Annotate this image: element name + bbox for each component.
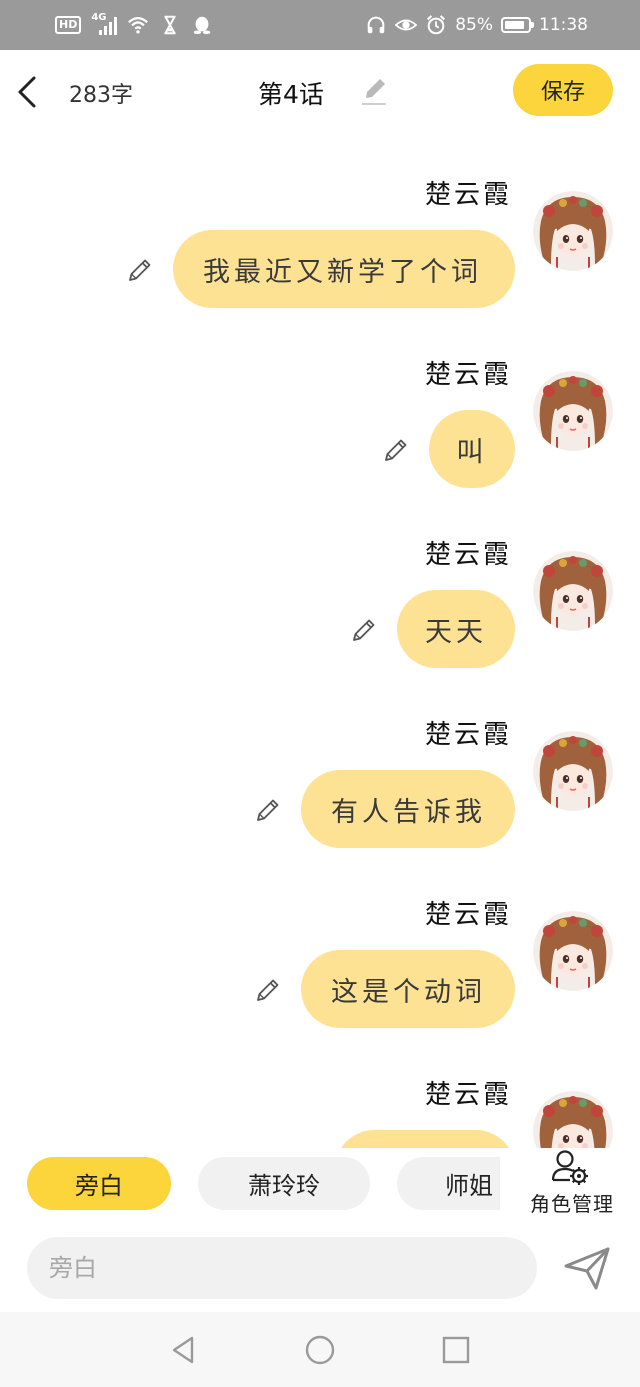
status-right: 85% 11:38 <box>365 0 588 50</box>
role-chip-shijie[interactable]: 师姐 <box>397 1157 500 1210</box>
role-manage-button[interactable]: 角色管理 <box>522 1148 622 1218</box>
hd-badge: HD <box>55 16 82 34</box>
edit-message-pencil-icon[interactable] <box>254 796 282 824</box>
user-settings-icon <box>551 1150 588 1185</box>
message-row: 楚云霞我最近又新学了个词 <box>0 132 640 312</box>
save-button[interactable]: 保存 <box>513 64 613 116</box>
editor-header: 283字 第4话 保存 <box>0 50 640 132</box>
avatar[interactable] <box>533 191 613 271</box>
speaker-name: 楚云霞 <box>424 180 512 210</box>
status-bar: HD 4G 85% 11:38 <box>0 0 640 50</box>
clock-time: 11:38 <box>539 15 588 35</box>
role-selector: 旁白 萧玲玲 师姐 角色管理 <box>0 1148 640 1228</box>
edit-message-pencil-icon[interactable] <box>126 256 154 284</box>
speaker-name: 楚云霞 <box>424 1080 512 1110</box>
message-row: 楚云霞叫 <box>0 312 640 492</box>
role-chip-xiaolingling[interactable]: 萧玲玲 <box>198 1157 370 1210</box>
hourglass-icon <box>164 15 176 35</box>
message-bubble[interactable]: 叫 <box>429 410 515 488</box>
edit-message-pencil-icon[interactable] <box>350 616 378 644</box>
wifi-icon <box>128 17 149 34</box>
role-chip-list[interactable]: 旁白 萧玲玲 师姐 <box>0 1148 500 1228</box>
role-chip-label: 旁白 <box>75 1172 123 1200</box>
pencil-icon[interactable] <box>358 74 390 108</box>
message-input[interactable] <box>27 1237 537 1299</box>
message-row: 楚云霞天天 <box>0 492 640 672</box>
avatar[interactable] <box>533 1091 613 1148</box>
edit-message-pencil-icon[interactable] <box>254 976 282 1004</box>
message-bubble[interactable]: 有人告诉我 <box>301 770 515 848</box>
role-chip-label: 萧玲玲 <box>248 1172 320 1200</box>
message-bubble[interactable]: 天天 <box>397 590 515 668</box>
chat-area[interactable]: 楚云霞 我最近又新学了个词 楚云霞叫楚云霞 天天 楚云霞 有人告诉我 楚云霞 这是个动词 楚云霞 <box>0 132 640 1148</box>
battery-icon <box>501 17 534 33</box>
composer-bar <box>0 1228 640 1312</box>
speaker-name: 楚云霞 <box>424 720 512 750</box>
role-manage-label: 角色管理 <box>530 1192 614 1216</box>
role-chip-label: 师姐 <box>445 1172 493 1200</box>
avatar[interactable] <box>533 911 613 991</box>
nav-recents-icon[interactable] <box>440 1334 472 1366</box>
nav-back-icon[interactable] <box>168 1334 200 1366</box>
message-bubble[interactable]: 这是个动词 <box>301 950 515 1028</box>
send-icon[interactable] <box>560 1240 616 1296</box>
message-row: 楚云霞有人告诉我 <box>0 672 640 852</box>
back-arrow-icon[interactable] <box>10 72 46 112</box>
alarm-icon <box>427 15 446 35</box>
battery-level <box>505 21 524 29</box>
message-row: 楚云霞 <box>0 1032 640 1148</box>
episode-title: 第4话 <box>258 80 324 109</box>
speaker-name: 楚云霞 <box>424 900 512 930</box>
message-bubble[interactable]: 我最近又新学了个词 <box>173 230 515 308</box>
nav-home-icon[interactable] <box>304 1334 336 1366</box>
eye-icon <box>395 19 418 31</box>
avatar[interactable] <box>533 371 613 451</box>
message-bubble[interactable] <box>335 1130 515 1148</box>
qq-penguin-icon <box>194 16 211 35</box>
word-count: 283字 <box>69 83 133 108</box>
status-left: HD 4G <box>55 0 213 50</box>
battery-percent: 85% <box>455 15 493 35</box>
message-row: 楚云霞这是个动词 <box>0 852 640 1032</box>
avatar[interactable] <box>533 731 613 811</box>
headphones-icon <box>367 16 385 34</box>
speaker-name: 楚云霞 <box>424 540 512 570</box>
speaker-name: 楚云霞 <box>424 360 512 390</box>
system-nav-bar <box>0 1312 640 1387</box>
role-chip-narration[interactable]: 旁白 <box>27 1157 171 1210</box>
edit-message-pencil-icon[interactable] <box>382 436 410 464</box>
signal-icon: 4G <box>91 12 118 36</box>
avatar[interactable] <box>533 551 613 631</box>
